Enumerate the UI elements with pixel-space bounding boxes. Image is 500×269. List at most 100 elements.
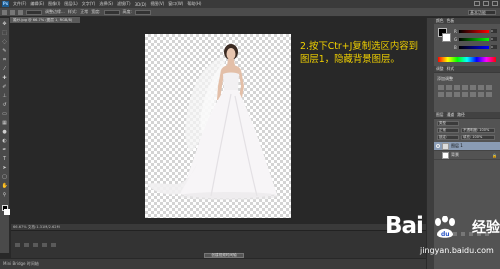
- add-adjustment-label: 添加调整: [437, 76, 453, 81]
- shape-tool-icon[interactable]: ▢: [2, 174, 8, 180]
- eyedropper-tool-icon[interactable]: ⁄: [2, 66, 8, 72]
- paw-logo-icon: du: [435, 216, 455, 238]
- background-color-swatch[interactable]: [3, 209, 10, 215]
- timeline-panel: 创建视频时间轴: [11, 230, 426, 258]
- style-label: 样式:: [67, 9, 78, 14]
- menu-select[interactable]: 选择(S): [99, 1, 113, 7]
- blue-slider[interactable]: B 0: [454, 45, 497, 50]
- width-field[interactable]: [103, 9, 120, 15]
- prev-frame-icon[interactable]: [24, 243, 29, 247]
- width-label: 宽度:: [91, 9, 101, 14]
- watermark-url: jingyan.baidu.com: [420, 246, 494, 255]
- menu-3d[interactable]: 3D(D): [135, 2, 147, 7]
- visibility-hidden-icon[interactable]: [436, 153, 440, 157]
- vibrance-icon[interactable]: [470, 85, 476, 90]
- timeline-controls: [15, 243, 56, 247]
- audio-icon[interactable]: [51, 243, 56, 247]
- color-lookup-icon[interactable]: [462, 92, 468, 97]
- baidu-watermark: Bai du 经验 jingyan.baidu.com: [380, 213, 500, 269]
- lock-label: 锁定:: [437, 135, 459, 140]
- black-white-icon[interactable]: [438, 92, 444, 97]
- menu-edit[interactable]: 编辑(E): [30, 1, 44, 7]
- path-select-tool-icon[interactable]: ➤: [2, 165, 8, 171]
- document-canvas[interactable]: [145, 34, 291, 218]
- background-color-swatch[interactable]: [442, 33, 451, 42]
- move-tool-icon[interactable]: ✥: [2, 21, 8, 27]
- menu-filter[interactable]: 滤镜(T): [117, 1, 131, 7]
- pen-tool-icon[interactable]: ✒: [2, 147, 8, 153]
- minimize-icon[interactable]: [474, 1, 480, 6]
- brush-tool-icon[interactable]: ✐: [2, 84, 8, 90]
- layer-row-background[interactable]: 背景 🔒: [434, 151, 500, 160]
- bride-image: [147, 44, 279, 200]
- hue-saturation-icon[interactable]: [478, 85, 484, 90]
- blend-mode-select[interactable]: 正常: [437, 128, 459, 133]
- menu-type[interactable]: 文字(Y): [82, 1, 96, 7]
- crop-tool-icon[interactable]: ⌗: [2, 57, 8, 63]
- first-frame-icon[interactable]: [15, 243, 20, 247]
- brightness-icon[interactable]: [438, 85, 444, 90]
- red-slider[interactable]: R 0: [454, 29, 497, 34]
- menu-window[interactable]: 窗口(W): [168, 1, 183, 7]
- clone-stamp-tool-icon[interactable]: ⊥: [2, 93, 8, 99]
- next-frame-icon[interactable]: [42, 243, 47, 247]
- layers-controls: 类型 正常 不透明度: 100% 锁定: 填充: 100%: [434, 119, 500, 142]
- menu-view[interactable]: 视图(V): [150, 1, 164, 7]
- feather-field[interactable]: [26, 9, 42, 15]
- posterize-icon[interactable]: [478, 92, 484, 97]
- channel-mixer-icon[interactable]: [454, 92, 460, 97]
- fill-field[interactable]: 填充: 100%: [461, 135, 495, 140]
- quick-select-tool-icon[interactable]: ✎: [2, 48, 8, 54]
- watermark-brand-suffix: 经验: [472, 220, 500, 236]
- exposure-icon[interactable]: [462, 85, 468, 90]
- marquee-tool-icon[interactable]: ⬚: [2, 30, 8, 36]
- layer-row-layer1[interactable]: 图层 1: [434, 142, 500, 151]
- play-icon[interactable]: [33, 243, 38, 247]
- layer-thumbnail: [442, 142, 449, 150]
- adjustment-icons: [434, 85, 500, 97]
- zoom-tool-icon[interactable]: ⚲: [2, 192, 8, 198]
- type-tool-icon[interactable]: T: [2, 156, 8, 162]
- document-info: 文档:1.31M/2.62M: [27, 225, 60, 229]
- workspace-select[interactable]: 基本功能: [468, 10, 496, 15]
- menu-file[interactable]: 文件(F): [13, 1, 26, 7]
- color-balance-icon[interactable]: [486, 85, 492, 90]
- marquee-tool-icon[interactable]: [2, 9, 7, 15]
- lock-icon: 🔒: [492, 152, 497, 158]
- menu-image[interactable]: 图像(I): [48, 1, 60, 7]
- curves-icon[interactable]: [454, 85, 460, 90]
- bottom-tabs[interactable]: Mini Bridge 时间轴: [0, 259, 426, 269]
- lasso-tool-icon[interactable]: ◌: [2, 39, 8, 45]
- hand-tool-icon[interactable]: ✋: [2, 183, 8, 189]
- zoom-level[interactable]: 66.67%: [13, 225, 27, 229]
- threshold-icon[interactable]: [486, 92, 492, 97]
- green-slider[interactable]: G 0: [454, 37, 497, 42]
- maximize-icon[interactable]: [483, 1, 489, 6]
- photo-filter-icon[interactable]: [446, 92, 452, 97]
- close-icon[interactable]: [492, 1, 498, 6]
- refine-edge-button[interactable]: 调整边缘...: [45, 9, 65, 15]
- dodge-tool-icon[interactable]: ◐: [2, 138, 8, 144]
- tutorial-annotation: 2.按下Ctr+J复制选区内容到图层1，隐藏背景图层。: [300, 41, 419, 65]
- height-field[interactable]: [134, 9, 151, 15]
- menu-layer[interactable]: 图层(L): [64, 1, 77, 7]
- color-spectrum[interactable]: [438, 57, 496, 62]
- opacity-field[interactable]: 不透明度: 100%: [461, 128, 495, 133]
- style-select[interactable]: 正常: [80, 9, 88, 15]
- layer-name: 背景: [451, 152, 459, 157]
- history-brush-tool-icon[interactable]: ↺: [2, 102, 8, 108]
- menu-help[interactable]: 帮助(H): [187, 1, 201, 7]
- invert-icon[interactable]: [470, 92, 476, 97]
- watermark-brand: Bai: [385, 213, 424, 239]
- layer-kind-filter[interactable]: 类型: [437, 121, 459, 126]
- gradient-tool-icon[interactable]: ▦: [2, 120, 8, 126]
- visibility-eye-icon[interactable]: [436, 144, 440, 148]
- add-selection-icon[interactable]: [18, 9, 23, 15]
- new-selection-icon[interactable]: [10, 9, 15, 15]
- healing-brush-tool-icon[interactable]: ✚: [2, 75, 8, 81]
- eraser-tool-icon[interactable]: ▭: [2, 111, 8, 117]
- blur-tool-icon[interactable]: ●: [2, 129, 8, 135]
- levels-icon[interactable]: [446, 85, 452, 90]
- create-video-timeline-button[interactable]: 创建视频时间轴: [204, 253, 244, 258]
- layer-name: 图层 1: [451, 143, 463, 148]
